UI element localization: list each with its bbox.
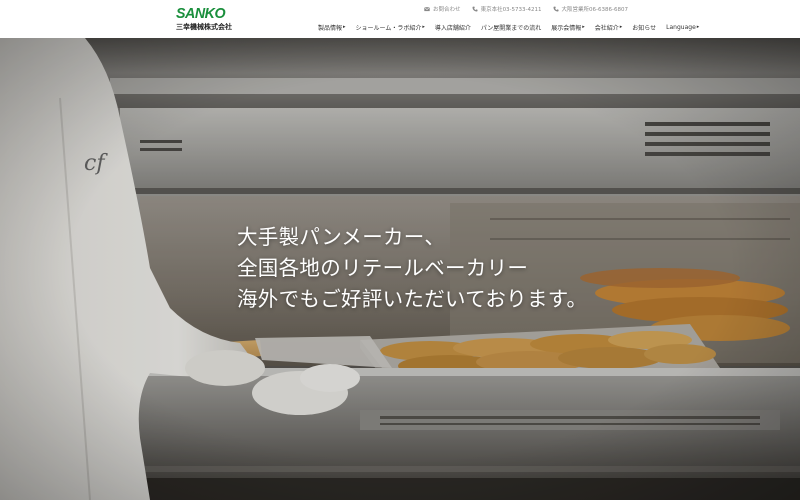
contact-tokyo-phone[interactable]: 東京本社03-5733-4211 bbox=[472, 5, 542, 13]
nav-exhibitions[interactable]: 展示会情報 ▸ bbox=[546, 23, 590, 32]
mail-icon bbox=[424, 6, 430, 12]
main-nav: 製品情報 ▸ ショールーム・ラボ紹介 ▸ 導入店舗紹介 パン屋開業までの流れ 展示会… bbox=[313, 22, 704, 32]
chevron-right-icon: ▸ bbox=[343, 24, 346, 30]
contact-inquiry-link[interactable]: お問合わせ bbox=[424, 5, 461, 13]
logo-wordmark: SANKO bbox=[176, 5, 226, 22]
hero-line-1: 大手製パンメーカー、 bbox=[237, 225, 446, 249]
logo-company-name: 三幸機械株式会社 bbox=[176, 23, 232, 31]
hero-banner: cf 大手製パンメーカー、 全国各地のリテールベーカリー 海外でもご好評いただい… bbox=[0, 38, 800, 500]
contact-inquiry-label: お問合わせ bbox=[433, 7, 461, 13]
nav-news-label: お知らせ bbox=[632, 24, 657, 32]
sanko-logo[interactable]: SANKO 三幸機械株式会社 bbox=[176, 6, 232, 33]
nav-language[interactable]: Language ▸ bbox=[661, 24, 704, 31]
hero-line-2: 全国各地のリテールベーカリー bbox=[237, 256, 529, 280]
nav-company[interactable]: 会社紹介 ▸ bbox=[590, 23, 628, 32]
chevron-right-icon: ▸ bbox=[582, 24, 585, 30]
nav-showroom-label: ショールーム・ラボ紹介 bbox=[355, 24, 422, 32]
nav-opening-flow[interactable]: パン屋開業までの流れ bbox=[476, 23, 546, 32]
chevron-right-icon: ▸ bbox=[696, 24, 700, 30]
site-header: SANKO 三幸機械株式会社 お問合わせ 東京本社03-5733-4211 大阪… bbox=[0, 0, 800, 38]
contact-tokyo-label: 東京本社03-5733-4211 bbox=[480, 7, 542, 13]
nav-company-label: 会社紹介 bbox=[594, 24, 619, 32]
nav-case-studies[interactable]: 導入店舗紹介 bbox=[430, 23, 476, 32]
nav-case-studies-label: 導入店舗紹介 bbox=[434, 24, 471, 32]
phone-icon bbox=[553, 6, 559, 12]
hero-headline: 大手製パンメーカー、 全国各地のリテールベーカリー 海外でもご好評いただいており… bbox=[237, 222, 587, 315]
nav-showroom[interactable]: ショールーム・ラボ紹介 ▸ bbox=[351, 23, 430, 32]
hero-line-3: 海外でもご好評いただいております。 bbox=[237, 287, 588, 311]
contact-osaka-phone[interactable]: 大阪営業所06-6386-6807 bbox=[553, 5, 628, 13]
nav-products[interactable]: 製品情報 ▸ bbox=[313, 23, 351, 32]
chevron-right-icon: ▸ bbox=[422, 24, 425, 30]
nav-language-label: Language bbox=[666, 23, 696, 31]
nav-exhibitions-label: 展示会情報 bbox=[551, 24, 582, 32]
phone-icon bbox=[472, 6, 478, 12]
nav-products-label: 製品情報 bbox=[318, 24, 343, 32]
nav-opening-flow-label: パン屋開業までの流れ bbox=[480, 24, 542, 32]
contact-osaka-label: 大阪営業所06-6386-6807 bbox=[561, 7, 628, 13]
nav-news[interactable]: お知らせ bbox=[627, 23, 661, 32]
chevron-right-icon: ▸ bbox=[619, 24, 623, 30]
contact-bar: お問合わせ 東京本社03-5733-4211 大阪営業所06-6386-6807 bbox=[424, 4, 628, 14]
